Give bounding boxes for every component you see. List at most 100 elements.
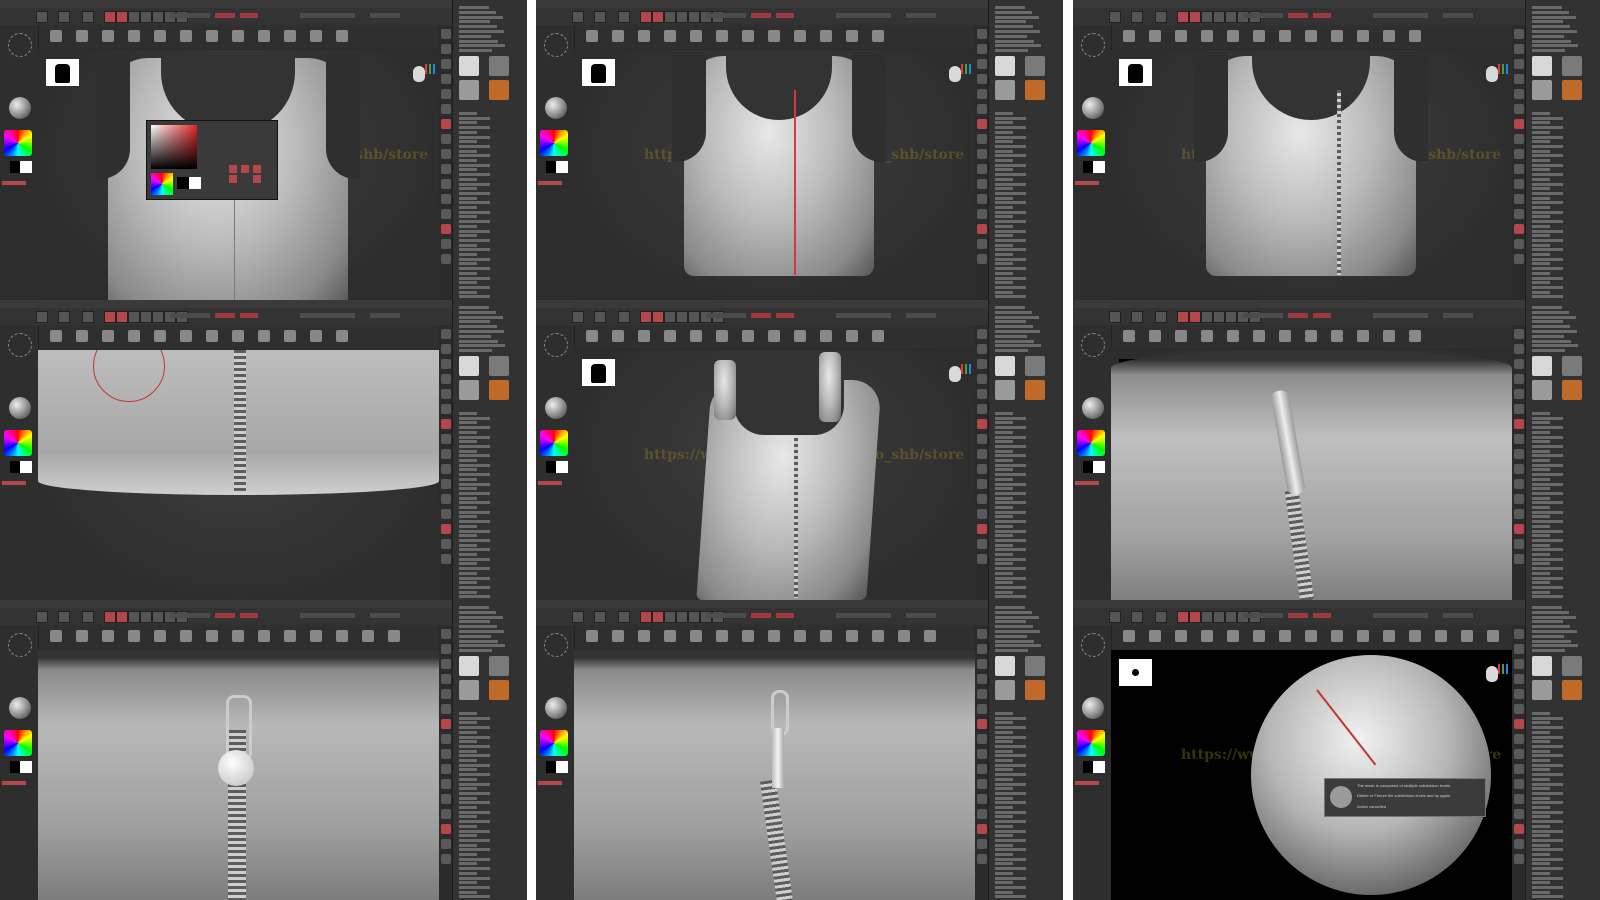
view-tool-icon[interactable] <box>441 824 451 834</box>
palette-item[interactable] <box>1532 306 1562 309</box>
toolbar-button[interactable] <box>1155 311 1167 323</box>
palette-item[interactable] <box>1532 644 1578 648</box>
toolbar-button[interactable] <box>676 11 688 23</box>
view-tool-icon[interactable] <box>1514 224 1524 234</box>
brush-icon[interactable] <box>310 30 322 42</box>
palette-item[interactable] <box>1532 430 1550 434</box>
palette-item[interactable] <box>995 610 1032 614</box>
toolbar-button[interactable] <box>104 611 116 623</box>
palette-item[interactable] <box>995 534 1013 538</box>
palette-item[interactable] <box>459 496 477 500</box>
palette-item[interactable] <box>1532 824 1550 828</box>
tool-thumbnail[interactable] <box>489 656 509 676</box>
palette-item[interactable] <box>1532 801 1563 805</box>
toolbar-slider[interactable] <box>300 313 355 318</box>
palette-item[interactable] <box>995 810 1026 814</box>
view-tool-icon[interactable] <box>441 149 451 159</box>
brush-icon[interactable] <box>664 630 676 642</box>
palette-item[interactable] <box>995 295 1026 299</box>
material-sphere-icon[interactable] <box>9 97 31 119</box>
view-tool-icon[interactable] <box>977 239 987 249</box>
palette-item[interactable] <box>459 112 477 115</box>
palette-item[interactable] <box>1532 796 1550 800</box>
toolbar-slider[interactable] <box>1373 13 1428 18</box>
palette-item[interactable] <box>1532 144 1563 148</box>
tool-thumbnail[interactable] <box>1562 656 1582 676</box>
palette-item[interactable] <box>995 325 1033 329</box>
palette-item[interactable] <box>995 334 1027 338</box>
brush-icon[interactable] <box>742 330 754 342</box>
palette-item[interactable] <box>459 610 496 614</box>
view-tool-icon[interactable] <box>1514 89 1524 99</box>
palette-item[interactable] <box>1532 440 1550 444</box>
palette-item[interactable] <box>995 173 1026 177</box>
brush-icon[interactable] <box>1201 630 1213 642</box>
palette-item[interactable] <box>995 482 1026 486</box>
palette-item[interactable] <box>995 871 1013 875</box>
brush-icon[interactable] <box>388 630 400 642</box>
palette-item[interactable] <box>995 538 1026 542</box>
palette-item[interactable] <box>1532 421 1550 425</box>
brush-icon[interactable] <box>310 630 322 642</box>
toolbar-slider[interactable] <box>215 13 235 18</box>
palette-item[interactable] <box>459 6 489 9</box>
toolbar-slider[interactable] <box>751 13 771 18</box>
palette-item[interactable] <box>1532 515 1550 519</box>
view-tool-icon[interactable] <box>441 629 451 639</box>
brush-icon[interactable] <box>1175 630 1187 642</box>
tool-thumbnail[interactable] <box>1025 356 1045 376</box>
brush-icon[interactable] <box>336 330 348 342</box>
palette-item[interactable] <box>1532 206 1550 209</box>
gizmo-icon[interactable] <box>1498 62 1508 74</box>
view-tool-icon[interactable] <box>977 104 987 114</box>
palette-item[interactable] <box>995 649 1028 653</box>
palette-item[interactable] <box>459 271 477 275</box>
view-tool-icon[interactable] <box>977 194 987 204</box>
color-wheel-icon[interactable] <box>540 730 568 756</box>
palette-item[interactable] <box>459 824 477 828</box>
viewport[interactable]: https://www.artstation.com/mo_shb/store <box>574 50 975 300</box>
brush-icon[interactable] <box>638 330 650 342</box>
palette-item[interactable] <box>459 553 477 556</box>
brush-stroke-icon[interactable] <box>8 333 32 357</box>
view-tool-icon[interactable] <box>441 839 451 849</box>
view-tool-icon[interactable] <box>1514 104 1524 114</box>
palette-item[interactable] <box>459 126 490 130</box>
palette-item[interactable] <box>1532 182 1563 186</box>
palette-item[interactable] <box>459 773 490 777</box>
view-tool-icon[interactable] <box>977 659 987 669</box>
viewport[interactable]: https://www.artstation.com/mo_shb/store <box>574 350 975 600</box>
palette-item[interactable] <box>995 20 1026 24</box>
palette-item[interactable] <box>995 529 1026 533</box>
navigator-thumbnail[interactable] <box>46 59 79 86</box>
toolbar-button[interactable] <box>1177 611 1189 623</box>
brush-icon[interactable] <box>1123 30 1135 42</box>
palette-item[interactable] <box>459 482 490 486</box>
tool-thumbnail[interactable] <box>1025 80 1045 100</box>
brush-icon[interactable] <box>1409 330 1421 342</box>
palette-item[interactable] <box>459 144 490 148</box>
palette-item[interactable] <box>1532 315 1576 319</box>
palette-item[interactable] <box>1532 881 1550 885</box>
palette-item[interactable] <box>1532 159 1550 162</box>
palette-item[interactable] <box>1532 140 1550 144</box>
navigator-thumbnail[interactable] <box>1119 59 1152 86</box>
palette-item[interactable] <box>459 867 490 871</box>
palette-item[interactable] <box>1532 806 1550 809</box>
palette-item[interactable] <box>1532 25 1570 29</box>
palette-item[interactable] <box>459 543 477 547</box>
brush-icon[interactable] <box>716 330 728 342</box>
palette-item[interactable] <box>995 248 1026 252</box>
palette-item[interactable] <box>995 759 1013 762</box>
palette-item[interactable] <box>459 320 490 324</box>
palette-item[interactable] <box>1532 562 1550 566</box>
toolbar-slider[interactable] <box>215 613 235 618</box>
brush-icon[interactable] <box>310 330 322 342</box>
brush-icon[interactable] <box>872 30 884 42</box>
brush-icon[interactable] <box>1227 30 1239 42</box>
palette-item[interactable] <box>1532 501 1563 505</box>
palette-item[interactable] <box>459 585 490 589</box>
palette-item[interactable] <box>1532 310 1569 314</box>
palette-item[interactable] <box>1532 349 1565 353</box>
view-tool-icon[interactable] <box>1514 719 1524 729</box>
